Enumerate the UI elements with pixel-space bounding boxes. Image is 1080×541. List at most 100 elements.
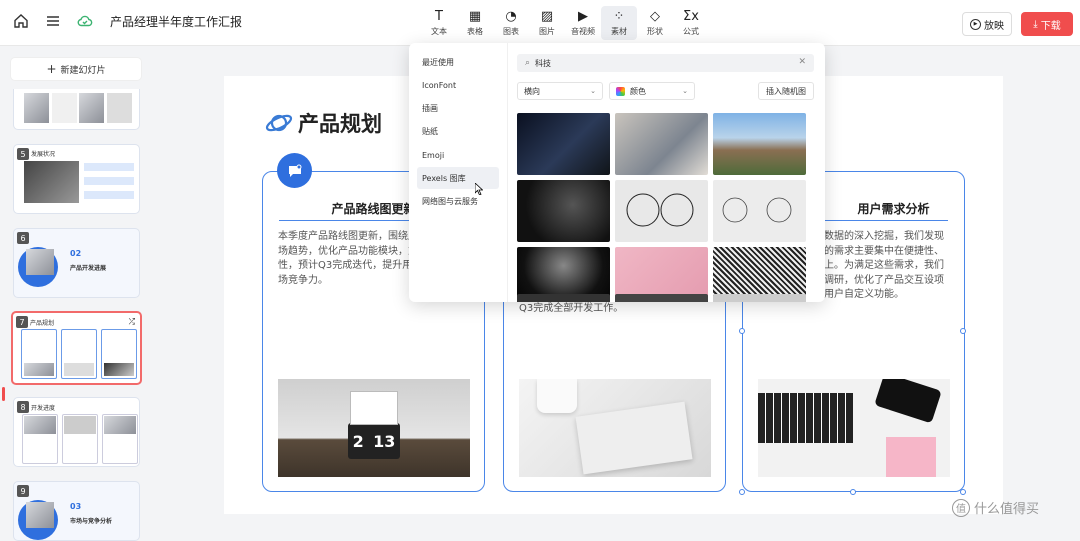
thumb-bar xyxy=(84,177,134,185)
play-button[interactable]: ▶ 放映 xyxy=(962,12,1012,36)
thumb-image xyxy=(24,416,56,434)
new-slide-label: 新建幻灯片 xyxy=(60,65,106,76)
notebook-photo xyxy=(519,379,711,477)
slide-thumb-title: 开发进度 xyxy=(31,405,56,412)
result-image-pegboard[interactable] xyxy=(517,180,610,242)
photo-frame xyxy=(350,391,398,425)
phone-shape xyxy=(874,379,942,424)
result-image-code-screen[interactable] xyxy=(517,113,610,175)
cloud-sync-icon xyxy=(76,12,94,30)
thumb-image xyxy=(104,363,134,376)
result-image-diagram[interactable] xyxy=(713,180,806,242)
material-popup: 最近使用 IconFont 插画 贴纸 Emoji Pexels 图库 网络图与云服务 ⌕ … xyxy=(409,43,825,302)
material-category-item[interactable]: 贴纸 xyxy=(417,120,499,142)
new-slide-button[interactable]: + 新建幻灯片 xyxy=(11,58,141,80)
material-category-item[interactable]: 最近使用 xyxy=(417,51,499,73)
slide-thumb-4[interactable] xyxy=(13,89,140,130)
toolbar-table-button[interactable]: ▦ 表格 xyxy=(457,6,493,40)
resize-handle[interactable] xyxy=(850,489,856,495)
download-button[interactable]: ⤓ 下载 xyxy=(1021,12,1073,36)
resize-handle[interactable] xyxy=(739,328,745,334)
toolbar-text-button[interactable]: T 文本 xyxy=(421,6,457,40)
resize-handle[interactable] xyxy=(960,328,966,334)
card-badge xyxy=(277,153,312,188)
search-value: 科技 xyxy=(535,58,552,68)
slide-thumb-title: 发展状况 xyxy=(31,151,56,158)
result-image-meeting[interactable] xyxy=(615,113,708,175)
clock-digit-minute: 13 xyxy=(373,431,396,451)
color-label: 颜色 xyxy=(630,86,646,96)
clear-search-icon[interactable]: ✕ xyxy=(798,57,806,67)
slide-thumb-title: 市场与竞争分析 xyxy=(70,518,113,525)
diagram-drawing xyxy=(722,197,792,223)
mug-shape xyxy=(537,379,577,413)
card-text: 数据的深入挖掘，我们发现的需求主要集中在便捷性、上。为满足这些需求，我们调研，优… xyxy=(824,231,944,300)
chevron-down-icon: ⌄ xyxy=(682,87,688,95)
sketch-drawing xyxy=(626,193,694,227)
color-select-inner: 颜色 xyxy=(616,86,646,97)
chat-icon xyxy=(288,164,301,177)
toolbar-shape-button[interactable]: ◇ 形状 xyxy=(637,6,673,40)
result-image-wire-sketch[interactable] xyxy=(615,180,708,242)
toolbar-chart-button[interactable]: ◔ 图表 xyxy=(493,6,529,40)
slide-thumb-6[interactable]: 6 02 产品开发进展 xyxy=(13,228,140,298)
card-text: Q3完成全部开发工作。 xyxy=(519,303,624,314)
slide-thumb-7[interactable]: 7 产品规划 ⤮ xyxy=(11,311,142,385)
slide-number: 9 xyxy=(17,485,29,497)
result-image-partial-2[interactable] xyxy=(615,294,708,302)
material-search-input[interactable]: ⌕ 科技 ✕ xyxy=(517,54,814,72)
slide-title[interactable]: 产品规划 xyxy=(298,108,382,138)
material-category-item[interactable]: 网络图与云服务 xyxy=(417,190,499,212)
resize-handle[interactable] xyxy=(960,489,966,495)
toolbar-image-button[interactable]: ▨ 图片 xyxy=(529,6,565,40)
home-icon[interactable] xyxy=(12,12,30,30)
document-title[interactable]: 产品经理半年度工作汇报 xyxy=(110,13,242,30)
thumb-image xyxy=(26,249,54,275)
slide-number: 8 xyxy=(17,401,29,413)
thumb-image xyxy=(24,363,54,376)
slide-thumb-8[interactable]: 8 开发进度 xyxy=(13,397,140,467)
insert-random-image-button[interactable]: 插入随机图 xyxy=(758,82,814,100)
toolbar-formula-button[interactable]: Σx 公式 xyxy=(673,6,709,40)
material-category-item[interactable]: IconFont xyxy=(417,74,499,96)
search-icon: ⌕ xyxy=(525,58,531,68)
material-category-menu: 最近使用 IconFont 插画 贴纸 Emoji Pexels 图库 网络图与云服务 xyxy=(409,43,508,302)
insert-toolbar: T 文本 ▦ 表格 ◔ 图表 ▨ 图片 ▶ 音视频 ⁘ 素材 ◇ 形状 Σx 公式 xyxy=(421,6,709,40)
slide-thumb-9[interactable]: 9 03 市场与竞争分析 xyxy=(13,481,140,541)
menu-icon[interactable] xyxy=(44,12,62,30)
plus-icon: + xyxy=(46,62,57,76)
download-icon: ⤓ xyxy=(1033,18,1038,30)
material-category-item[interactable]: 插画 xyxy=(417,97,499,119)
material-category-item[interactable]: Pexels 图库 xyxy=(417,167,499,189)
thumb-bar xyxy=(84,163,134,171)
toolbar-media-button[interactable]: ▶ 音视频 xyxy=(565,6,601,40)
desk-clock-photo: 2 13 xyxy=(278,379,470,477)
toolbar-label: 音视频 xyxy=(571,26,595,36)
color-select[interactable]: 颜色 ⌄ xyxy=(609,82,695,100)
toolbar-label: 公式 xyxy=(683,26,699,36)
orientation-select[interactable]: 横向 ⌄ xyxy=(517,82,603,100)
resize-handle[interactable] xyxy=(739,489,745,495)
toolbar-material-button[interactable]: ⁘ 素材 xyxy=(601,6,637,40)
result-image-building[interactable] xyxy=(713,113,806,175)
text-icon: T xyxy=(435,8,443,24)
slide-thumb-5[interactable]: 5 发展状况 xyxy=(13,144,140,214)
shuffle-icon[interactable]: ⤮ xyxy=(129,317,135,327)
thumb-image xyxy=(107,93,132,123)
image-icon: ▨ xyxy=(540,8,554,24)
result-image-partial-1[interactable] xyxy=(517,294,610,302)
notepad-shape xyxy=(886,437,936,477)
thumb-image xyxy=(24,93,49,123)
result-image-partial-3[interactable] xyxy=(713,294,806,302)
planet-icon xyxy=(265,114,293,132)
slide-thumb-title: 产品规划 xyxy=(30,320,55,327)
mouse-cursor-icon xyxy=(475,183,483,195)
thumb-image xyxy=(52,93,77,123)
video-icon: ▶ xyxy=(578,8,588,24)
play-label: 放映 xyxy=(984,20,1004,32)
thumb-bar xyxy=(84,191,134,199)
shape-icon: ◇ xyxy=(650,8,660,24)
material-category-item[interactable]: Emoji xyxy=(417,144,499,166)
toolbar-label: 形状 xyxy=(647,26,663,36)
toolbar-label: 图表 xyxy=(503,26,519,36)
